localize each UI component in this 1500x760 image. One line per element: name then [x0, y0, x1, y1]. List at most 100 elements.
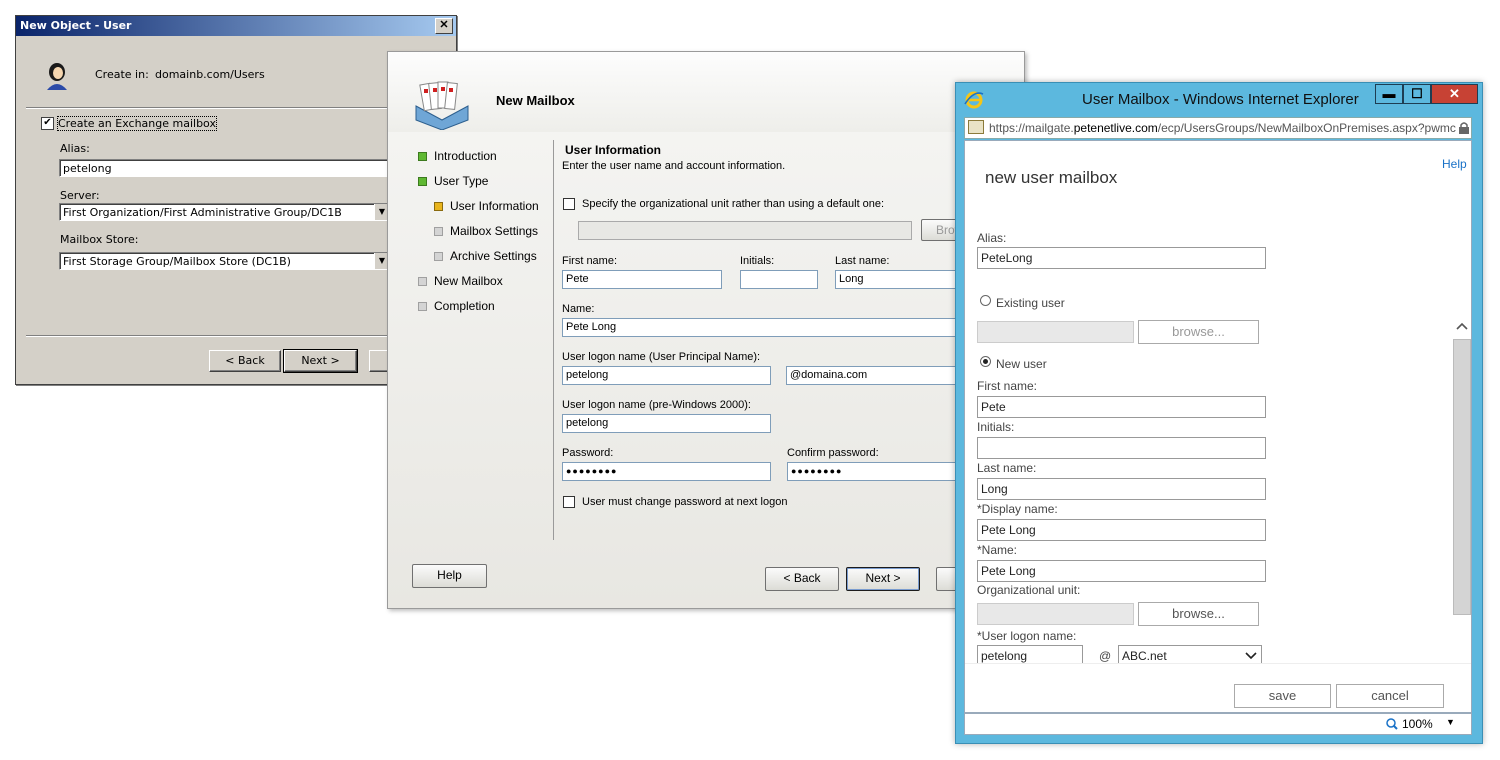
ou-input [977, 603, 1134, 625]
w1-server-select[interactable]: First Organization/First Administrative … [59, 203, 389, 221]
first-name-label: First name: [977, 379, 1038, 393]
scroll-up-icon[interactable] [1456, 321, 1468, 331]
change-password-label: User must change password at next logon [582, 496, 788, 508]
create-in-label: Create in: [95, 68, 149, 81]
page-icon [968, 120, 984, 134]
prewin-input[interactable]: petelong [562, 414, 771, 433]
address-bar[interactable]: https://mailgate.petenetlive.com/ecp/Use… [964, 117, 1472, 139]
w1-store-select[interactable]: First Storage Group/Mailbox Store (DC1B)… [59, 252, 389, 270]
last-name-input[interactable]: Long [977, 478, 1266, 500]
nav-label: Completion [434, 299, 495, 313]
page-heading: new user mailbox [985, 168, 1118, 187]
zoom-level[interactable]: 100% [1402, 717, 1433, 731]
nav-label: User Information [450, 199, 539, 213]
nav-label: User Type [434, 174, 489, 188]
w1-back-button[interactable]: < Back [209, 350, 281, 372]
scroll-thumb[interactable] [1453, 339, 1471, 615]
initials-input[interactable] [740, 270, 818, 289]
ou-browse-button[interactable]: browse... [1138, 602, 1259, 626]
display-name-input[interactable]: Pete Long [977, 519, 1266, 541]
w2-section-desc: Enter the user name and account informat… [562, 160, 786, 172]
password-input[interactable]: ●●●●●●●● [562, 462, 771, 481]
alias-input[interactable]: PeteLong [977, 247, 1266, 269]
w2-title: New Mailbox [496, 93, 575, 108]
nav-status-icon [434, 202, 443, 211]
close-button[interactable]: ✕ [1431, 84, 1478, 104]
maximize-button[interactable]: ☐ [1403, 84, 1431, 104]
ou-checkbox[interactable] [563, 198, 575, 210]
zoom-icon [1386, 718, 1398, 730]
w1-alias-label: Alias: [60, 142, 90, 155]
mailbox-icon [415, 81, 469, 130]
nav-label: Mailbox Settings [450, 224, 539, 238]
user-icon [47, 63, 67, 90]
nav-status-icon [418, 277, 427, 286]
nav-label: Introduction [434, 149, 497, 163]
ie-logo-icon [964, 91, 984, 109]
create-mailbox-label[interactable]: Create an Exchange mailbox [57, 116, 217, 131]
first-name-label: First name: [562, 255, 618, 267]
ou-label: Organizational unit: [977, 583, 1081, 597]
ou-input [578, 221, 912, 240]
w1-titlebar[interactable]: New Object - User ✕ [16, 16, 456, 36]
name-input[interactable]: Pete Long [977, 560, 1266, 582]
first-name-input[interactable]: Pete [977, 396, 1266, 418]
url-text: https://mailgate.petenetlive.com/ecp/Use… [989, 118, 1456, 138]
domain-value: ABC.net [1122, 649, 1167, 663]
chevron-down-icon [1245, 652, 1257, 660]
password-label: Password: [562, 447, 614, 459]
w2-next-button[interactable]: Next > [846, 567, 920, 591]
name-label: Name: [562, 303, 595, 315]
cancel-button[interactable]: cancel [1336, 684, 1444, 708]
w1-next-button[interactable]: Next > [283, 349, 358, 373]
nav-status-icon [418, 177, 427, 186]
logon-name-label: *User logon name: [977, 629, 1077, 643]
existing-user-input [977, 321, 1134, 343]
confirm-password-label: Confirm password: [787, 447, 879, 459]
nav-status-icon [434, 252, 443, 261]
w3-title: User Mailbox - Windows Internet Explorer [1082, 91, 1359, 108]
create-in-value: domainb.com/Users [155, 68, 265, 81]
display-name-label: *Display name: [977, 502, 1058, 516]
url-domain: petenetlive.com [1073, 121, 1158, 135]
nav-label: New Mailbox [434, 274, 503, 288]
upn-input[interactable]: petelong [562, 366, 771, 385]
existing-user-radio[interactable] [980, 295, 991, 306]
zoom-dropdown-icon[interactable]: ▼ [1446, 717, 1455, 727]
prewin-label: User logon name (pre-Windows 2000): [562, 399, 751, 411]
help-link[interactable]: Help [1442, 157, 1467, 171]
w2-nav-divider [553, 140, 554, 540]
save-button[interactable]: save [1234, 684, 1331, 708]
ecp-footer: save cancel [965, 663, 1471, 712]
ie-window: User Mailbox - Windows Internet Explorer… [955, 82, 1483, 744]
create-mailbox-checkbox[interactable]: ✔ [41, 117, 54, 130]
last-name-label: Last name: [835, 255, 890, 267]
w1-store-label: Mailbox Store: [60, 233, 139, 246]
url-prefix: https://mailgate. [989, 121, 1074, 135]
at-sign: @ [1099, 649, 1112, 663]
alias-label: Alias: [977, 231, 1007, 245]
new-user-label: New user [996, 357, 1047, 371]
status-bar: 100% ▼ [964, 713, 1472, 735]
w1-store-value: First Storage Group/Mailbox Store (DC1B) [63, 255, 291, 268]
w1-server-value: First Organization/First Administrative … [63, 206, 342, 219]
first-name-input[interactable]: Pete [562, 270, 722, 289]
initials-label: Initials: [740, 255, 775, 267]
existing-browse-button: browse... [1138, 320, 1259, 344]
w2-back-button[interactable]: < Back [765, 567, 839, 591]
w1-title: New Object - User [20, 19, 132, 32]
existing-user-label: Existing user [996, 296, 1065, 310]
w2-help-button[interactable]: Help [412, 564, 487, 588]
w2-section-title: User Information [565, 143, 662, 157]
w1-alias-input[interactable]: petelong [59, 159, 389, 177]
w1-close-button[interactable]: ✕ [435, 18, 453, 34]
upn-label: User logon name (User Principal Name): [562, 351, 761, 363]
w1-server-label: Server: [60, 189, 100, 202]
change-password-checkbox[interactable] [563, 496, 575, 508]
initials-input[interactable] [977, 437, 1266, 459]
name-label: *Name: [977, 543, 1018, 557]
minimize-button[interactable]: ▬ [1375, 84, 1403, 104]
page-scrollbar[interactable] [1453, 321, 1471, 712]
url-rest: /ecp/UsersGroups/NewMailboxOnPremises.as… [1157, 121, 1456, 135]
new-user-radio[interactable] [980, 356, 991, 367]
